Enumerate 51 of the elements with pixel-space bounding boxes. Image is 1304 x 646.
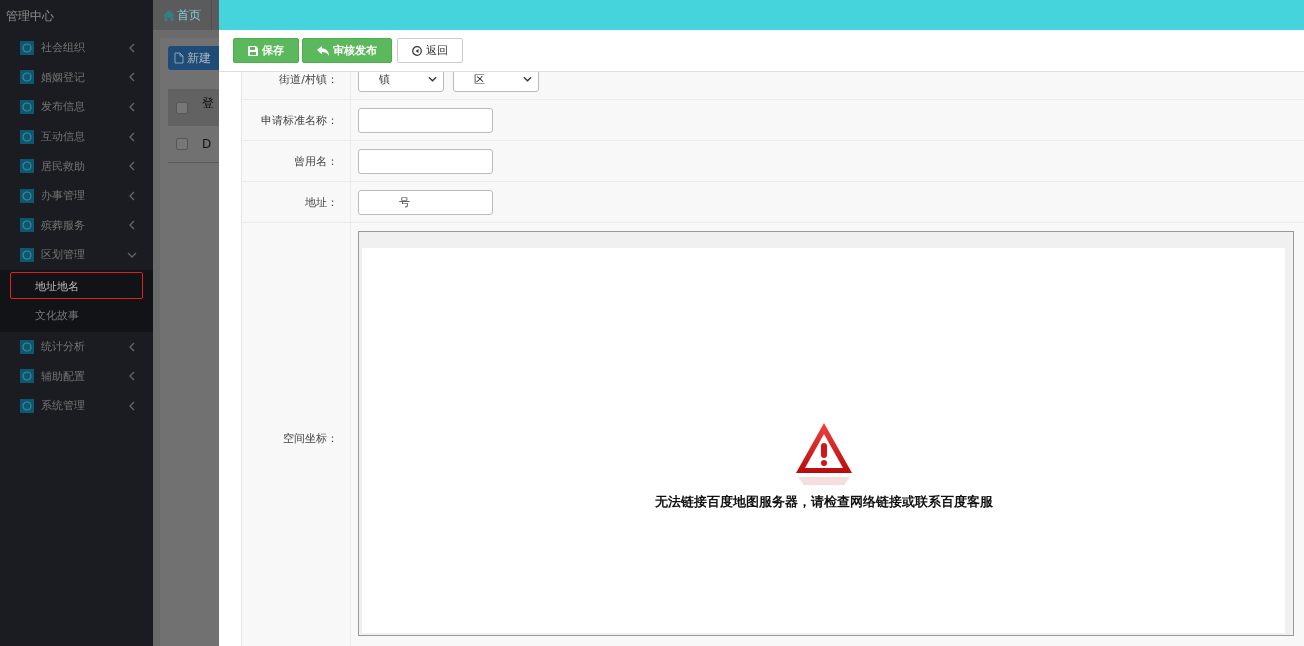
module-icon — [20, 159, 34, 174]
sidebar-item[interactable]: 发布信息 — [0, 92, 153, 122]
chevron-down-icon — [523, 76, 532, 82]
dropdown[interactable]: 镇 — [358, 72, 444, 92]
error-message: 无法链接百度地图服务器，请检查网络链接或联系百度客服 — [654, 492, 993, 511]
sidebar-item[interactable]: 居民救助 — [0, 151, 153, 181]
sidebar-item[interactable]: 系统管理 — [0, 390, 153, 421]
input-field[interactable]: 号 — [358, 189, 493, 215]
sidebar-title: 管理中心 — [5, 8, 55, 25]
header-cell: 登 — [202, 95, 214, 112]
module-icon — [20, 339, 34, 354]
module-icon — [20, 129, 34, 144]
sidebar-item[interactable]: 区划管理 — [0, 240, 153, 270]
field-label: 空间坐标： — [242, 223, 351, 646]
input-field[interactable] — [358, 107, 493, 133]
table-cell: D — [202, 137, 212, 151]
back-button[interactable]: 返回 — [397, 38, 463, 63]
submenu-item[interactable]: 地址地名 — [10, 271, 143, 299]
document-icon — [174, 52, 184, 64]
module-icon — [20, 218, 34, 233]
sidebar-item[interactable]: 办事管理 — [0, 180, 153, 211]
submenu-item[interactable]: 文化故事 — [10, 300, 143, 328]
reply-arrow-icon — [317, 45, 329, 56]
checkbox[interactable] — [176, 138, 188, 150]
module-icon — [20, 369, 34, 384]
field-label: 街道/村镇： — [242, 72, 351, 99]
sidebar-item[interactable]: 婚姻登记 — [0, 62, 153, 93]
field-label: 地址： — [242, 182, 351, 222]
sidebar-item[interactable]: 殡葬服务 — [0, 210, 153, 241]
module-icon — [20, 247, 34, 262]
module-icon — [20, 70, 34, 85]
home-tab[interactable]: 首页 — [153, 0, 212, 30]
module-icon — [20, 40, 34, 55]
circle-arrow-icon — [412, 45, 422, 56]
save-button[interactable]: 保存 — [233, 38, 299, 63]
module-icon — [20, 100, 34, 114]
sidebar-item[interactable]: 统计分析 — [0, 331, 153, 362]
module-icon — [20, 188, 34, 203]
publish-button[interactable]: 审核发布 — [302, 38, 392, 63]
module-icon — [20, 398, 34, 413]
new-button[interactable]: 新建 — [168, 46, 219, 70]
field-label: 申请标准名称： — [242, 100, 351, 140]
dropdown[interactable]: 区 — [453, 72, 539, 92]
sidebar-item[interactable]: 社会组织 — [0, 33, 153, 63]
chevron-down-icon — [428, 76, 437, 82]
home-icon — [163, 9, 175, 21]
field-label: 曾用名： — [242, 141, 351, 181]
checkbox[interactable] — [176, 101, 188, 114]
sidebar-item[interactable]: 互动信息 — [0, 121, 153, 152]
input-field[interactable] — [358, 148, 493, 174]
sidebar-item[interactable]: 辅助配置 — [0, 361, 153, 391]
